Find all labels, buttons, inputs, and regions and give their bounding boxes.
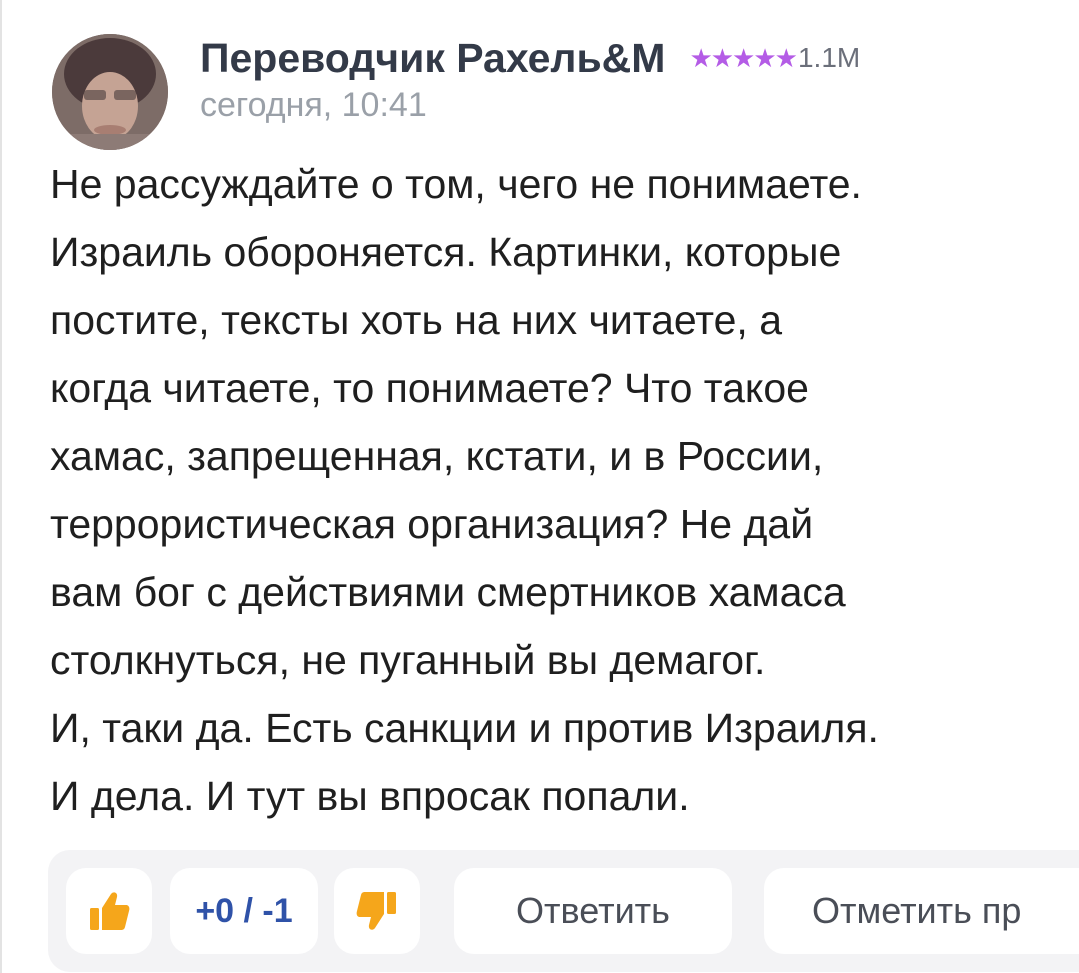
- comment-line: когда читаете, то понимаете? Что такое: [50, 365, 809, 411]
- author-header: Переводчик Рахель&M ★★★★★ 1.1M: [200, 32, 860, 84]
- comment-card: Переводчик Рахель&M ★★★★★ 1.1M сегодня, …: [0, 0, 1079, 973]
- left-divider: [0, 0, 2, 973]
- thumbs-up-icon: [90, 892, 130, 930]
- comment-line: столкнуться, не пуганный вы демагог.: [50, 637, 766, 683]
- dislike-button[interactable]: [334, 868, 420, 954]
- like-button[interactable]: [66, 868, 152, 954]
- rating-count: 1.1M: [797, 42, 861, 73]
- comment-text: Не рассуждайте о том, чего не понимаете.…: [50, 150, 1060, 830]
- vote-score: +0 / -1: [170, 868, 318, 954]
- star-icon: ★★★★★: [689, 42, 798, 73]
- mark-button[interactable]: Отметить пр: [764, 868, 1079, 954]
- comment-line: вам бог с действиями смертников хамаса: [50, 569, 846, 615]
- comment-timestamp: сегодня, 10:41: [200, 86, 427, 124]
- comment-line: хамас, запрещенная, кстати, и в России,: [50, 433, 824, 479]
- comment-line: Израиль обороняется. Картинки, которые: [50, 229, 842, 275]
- comment-line: И дела. И тут вы впросак попали.: [50, 773, 690, 819]
- avatar-image: [52, 34, 168, 150]
- comment-line: террористическая организация? Не дай: [50, 501, 814, 547]
- comment-line: И, таки да. Есть санкции и против Израил…: [50, 705, 879, 751]
- author-name[interactable]: Переводчик Рахель&M: [200, 35, 665, 82]
- comment-line: Не рассуждайте о том, чего не понимаете.: [50, 161, 862, 207]
- comment-action-bar: +0 / -1 Ответить Отметить пр: [48, 850, 1079, 972]
- rating-stars: ★★★★★: [689, 42, 798, 74]
- reply-button[interactable]: Ответить: [454, 868, 732, 954]
- comment-line: постите, тексты хоть на них читаете, а: [50, 297, 783, 343]
- thumbs-down-icon: [356, 892, 396, 930]
- avatar[interactable]: [52, 34, 168, 150]
